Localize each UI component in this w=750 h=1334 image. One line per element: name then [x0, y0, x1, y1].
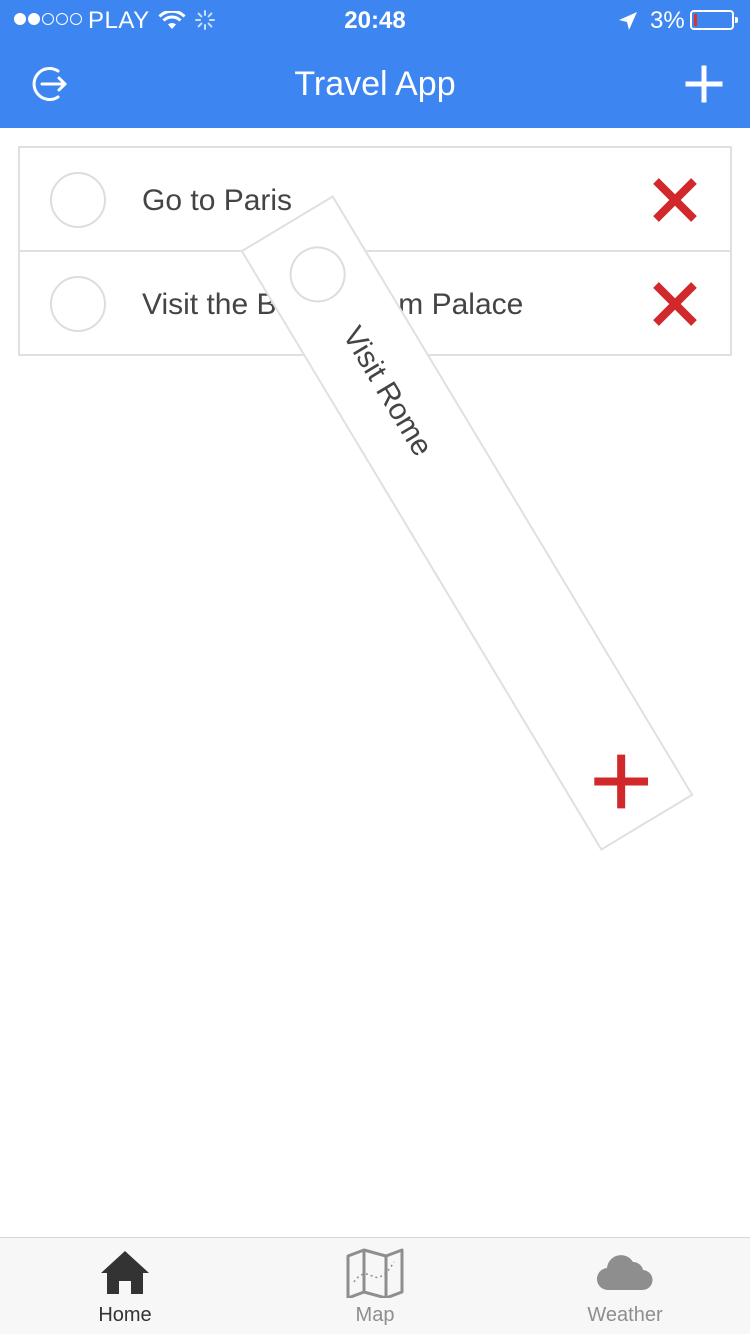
delete-button[interactable] — [586, 746, 657, 817]
battery-icon — [690, 10, 738, 30]
logout-button[interactable] — [28, 62, 72, 106]
battery-percent: 3% — [650, 7, 685, 34]
status-bar: PLAY 20:48 3% — [0, 0, 750, 40]
location-arrow-icon — [618, 10, 638, 38]
tab-home[interactable]: Home — [0, 1238, 250, 1334]
tab-label: Map — [355, 1304, 395, 1326]
complete-checkbox[interactable] — [279, 235, 357, 313]
tab-label: Weather — [587, 1304, 663, 1326]
map-icon — [346, 1248, 404, 1303]
delete-button[interactable] — [650, 279, 700, 329]
close-icon — [594, 754, 649, 809]
tab-weather[interactable]: Weather — [500, 1238, 750, 1334]
complete-checkbox[interactable] — [50, 172, 106, 228]
add-todo-button[interactable] — [682, 62, 726, 106]
tab-map[interactable]: Map — [250, 1238, 500, 1334]
logout-icon — [32, 67, 67, 101]
list-item[interactable]: Go to Paris — [18, 146, 732, 252]
plus-icon — [685, 65, 723, 103]
close-icon — [653, 178, 697, 222]
page-title: Travel App — [294, 65, 456, 103]
nav-bar: Travel App — [0, 40, 750, 128]
tab-label: Home — [98, 1304, 152, 1326]
delete-button[interactable] — [650, 175, 700, 225]
close-icon — [653, 282, 697, 326]
home-icon — [100, 1248, 150, 1303]
tab-bar: Home Map Weather — [0, 1237, 750, 1334]
complete-checkbox[interactable] — [50, 276, 106, 332]
header: PLAY 20:48 3% Travel App — [0, 0, 750, 128]
cloud-icon — [595, 1248, 655, 1303]
